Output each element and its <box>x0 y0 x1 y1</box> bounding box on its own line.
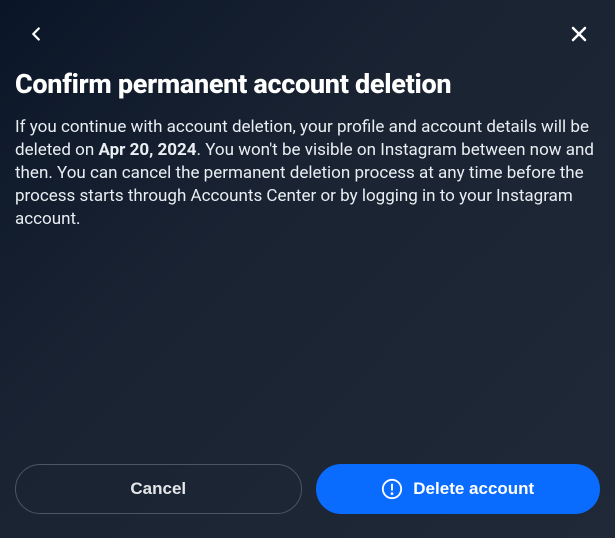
delete-account-button[interactable]: Delete account <box>316 464 601 514</box>
dialog-header <box>0 0 615 58</box>
dialog-title: Confirm permanent account deletion <box>15 68 600 100</box>
cancel-button[interactable]: Cancel <box>15 464 302 514</box>
delete-button-label: Delete account <box>413 479 534 499</box>
deletion-date: Apr 20, 2024 <box>98 140 196 160</box>
close-button[interactable] <box>565 20 593 48</box>
dialog-content: Confirm permanent account deletion If yo… <box>0 58 615 231</box>
back-button[interactable] <box>22 20 50 48</box>
cancel-button-label: Cancel <box>130 479 186 499</box>
dialog-description: If you continue with account deletion, y… <box>15 116 600 231</box>
warning-icon <box>381 478 403 500</box>
dialog-actions: Cancel Delete account <box>15 464 600 514</box>
chevron-left-icon <box>25 23 47 45</box>
close-icon <box>567 22 591 46</box>
